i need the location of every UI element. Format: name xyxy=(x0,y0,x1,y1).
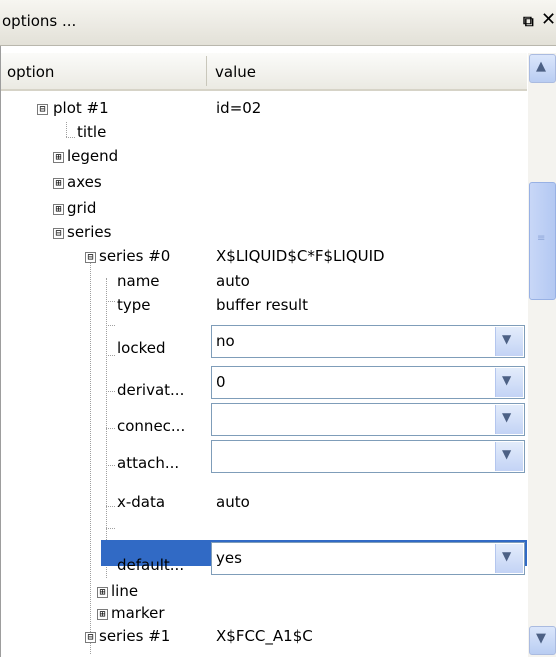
tree-item-type[interactable]: type xyxy=(117,296,151,314)
tree-item-grid[interactable]: grid xyxy=(67,199,96,217)
column-header: option value xyxy=(1,53,527,91)
dropdown-button[interactable]: ▼ xyxy=(495,327,523,356)
tree-value-series-1[interactable]: X$FCC_A1$C xyxy=(216,627,313,645)
chevron-down-icon: ▼ xyxy=(536,631,546,646)
tree-line xyxy=(106,465,115,466)
vertical-scrollbar[interactable]: ▲ ≡ ▼ xyxy=(528,53,556,657)
tree-item-series-1[interactable]: series #1 xyxy=(99,627,170,645)
chevron-down-icon: ▼ xyxy=(502,373,512,387)
tree-line xyxy=(90,254,91,654)
grip-icon: ≡ xyxy=(537,233,546,244)
tree-line xyxy=(106,528,115,529)
tree-line xyxy=(106,428,115,429)
expand-icon[interactable]: ⊞ xyxy=(53,178,64,189)
expand-icon[interactable]: ⊞ xyxy=(53,204,64,215)
default-select-value: yes xyxy=(216,549,242,567)
dropdown-button[interactable]: ▼ xyxy=(495,544,523,573)
panel-title: options ... xyxy=(2,12,77,30)
tree-item-marker[interactable]: marker xyxy=(111,604,165,622)
chevron-down-icon: ▼ xyxy=(502,549,512,563)
tree-item-derivative[interactable]: derivat... xyxy=(117,381,184,399)
close-icon[interactable]: ✕ xyxy=(541,9,556,30)
tree-item-line[interactable]: line xyxy=(111,582,138,600)
tree-line xyxy=(106,301,115,302)
tree-item-locked[interactable]: locked xyxy=(117,339,166,357)
scroll-thumb[interactable]: ≡ xyxy=(529,182,556,300)
tree-item-x-data[interactable]: x-data xyxy=(117,493,165,511)
tree-value-series-0[interactable]: X$LIQUID$C*F$LIQUID xyxy=(216,247,385,265)
tree-item-connect[interactable]: connec... xyxy=(117,417,185,435)
column-divider[interactable] xyxy=(206,56,207,86)
tree-line xyxy=(106,506,115,507)
tree-line xyxy=(106,355,115,356)
tree-value-plot[interactable]: id=02 xyxy=(216,99,261,117)
tree-item-attach[interactable]: attach... xyxy=(117,454,179,472)
dropdown-button[interactable]: ▼ xyxy=(495,368,523,397)
chevron-up-icon: ▲ xyxy=(536,59,546,74)
dropdown-button[interactable]: ▼ xyxy=(495,442,523,471)
collapse-icon[interactable]: ⊟ xyxy=(37,104,48,115)
tree-item-default[interactable]: default... xyxy=(117,556,184,574)
connect-select[interactable]: ▼ xyxy=(211,403,525,436)
column-header-value[interactable]: value xyxy=(215,63,256,81)
expand-icon[interactable]: ⊞ xyxy=(97,587,108,598)
float-window-icon[interactable]: ⧉ xyxy=(523,12,534,30)
tree-line xyxy=(106,391,115,392)
tree-item-y-data[interactable]: y-data xyxy=(117,517,165,535)
tree-item-legend[interactable]: legend xyxy=(67,147,118,165)
chevron-down-icon: ▼ xyxy=(502,447,512,461)
tree-item-series-0[interactable]: series #0 xyxy=(99,247,170,265)
attach-select[interactable]: ▼ xyxy=(211,440,525,473)
panel-titlebar: options ... ⧉ ✕ xyxy=(0,0,556,46)
collapse-icon[interactable]: ⊟ xyxy=(53,228,64,239)
tree-item-name[interactable]: name xyxy=(117,272,160,290)
locked-select-value: no xyxy=(216,332,235,350)
tree-item-title[interactable]: title xyxy=(77,123,106,141)
dropdown-button[interactable]: ▼ xyxy=(495,405,523,434)
options-tree: ⊟ plot #1 id=02 title ⊞ legend ⊞ axes ⊞ … xyxy=(1,91,527,657)
tree-value-x-data[interactable]: auto xyxy=(216,493,250,511)
collapse-icon[interactable]: ⊟ xyxy=(85,632,96,643)
tree-value-type[interactable]: buffer result xyxy=(216,296,308,314)
default-select[interactable]: yes ▼ xyxy=(211,542,525,575)
tree-line xyxy=(66,122,67,137)
chevron-down-icon: ▼ xyxy=(502,332,512,346)
derivative-select-value: 0 xyxy=(216,373,226,391)
derivative-select[interactable]: 0 ▼ xyxy=(211,366,525,399)
tree-item-plot[interactable]: plot #1 xyxy=(53,99,109,117)
tree-item-axes[interactable]: axes xyxy=(67,173,102,191)
tree-line xyxy=(66,137,75,138)
tree-line xyxy=(106,325,115,326)
tree-value-y-data[interactable]: X$LIQUID$C*F$LIQUID xyxy=(216,517,385,535)
scroll-down-button[interactable]: ▼ xyxy=(529,626,556,655)
tree-value-name[interactable]: auto xyxy=(216,272,250,290)
locked-select[interactable]: no ▼ xyxy=(211,325,525,358)
chevron-down-icon: ▼ xyxy=(502,410,512,424)
tree-item-series[interactable]: series xyxy=(67,223,111,241)
expand-icon[interactable]: ⊞ xyxy=(97,609,108,620)
expand-icon[interactable]: ⊞ xyxy=(53,152,64,163)
scroll-up-button[interactable]: ▲ xyxy=(529,54,556,83)
column-header-option[interactable]: option xyxy=(7,63,54,81)
collapse-icon[interactable]: ⊟ xyxy=(85,252,96,263)
